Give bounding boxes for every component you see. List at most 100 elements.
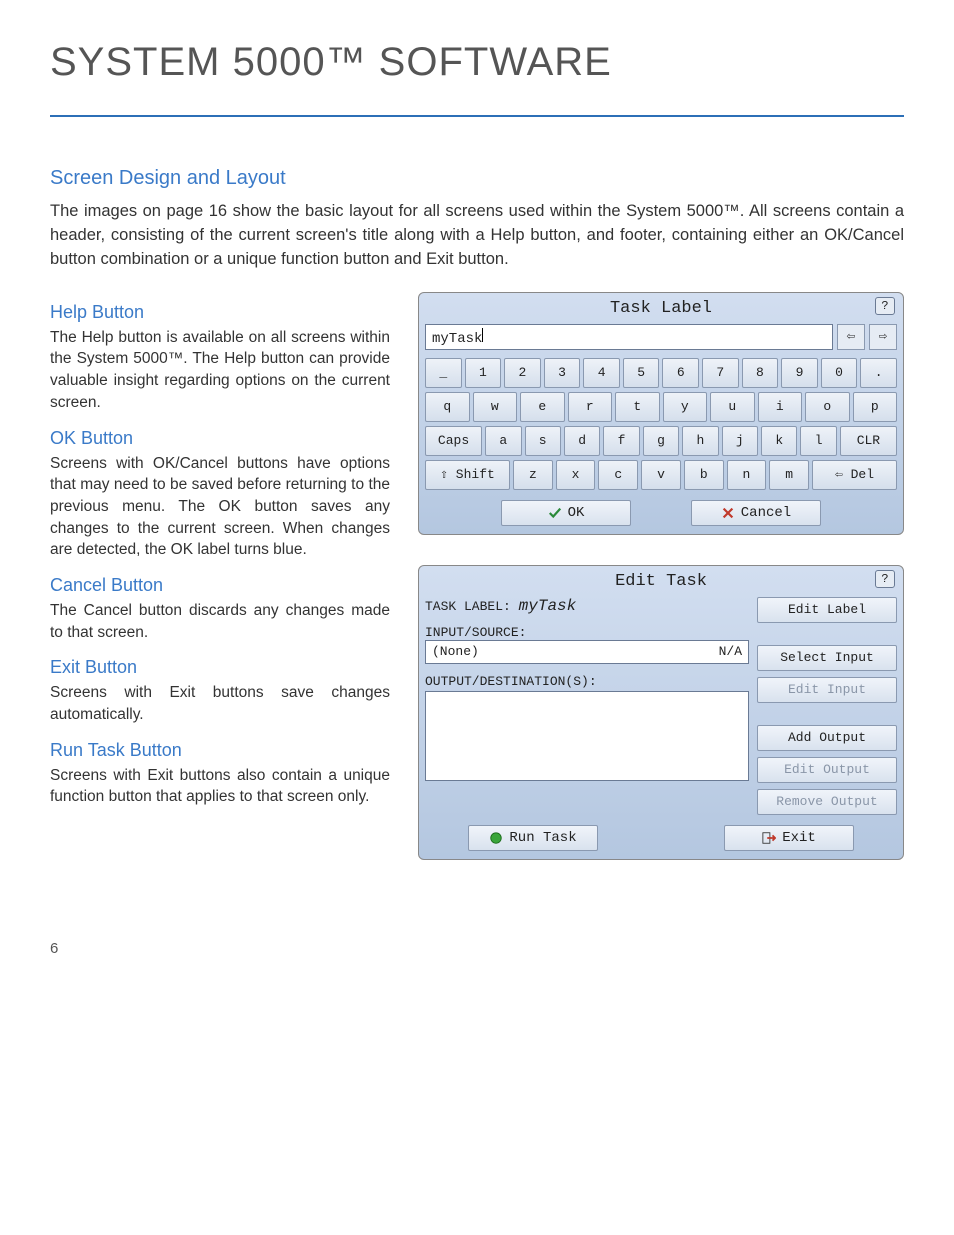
key[interactable]: 4 (583, 358, 620, 388)
task-label-caption: TASK LABEL: (425, 599, 511, 614)
keyboard-row-3: Caps a s d f g h j k l CLR (425, 426, 897, 456)
clr-key[interactable]: CLR (840, 426, 897, 456)
key[interactable]: 3 (544, 358, 581, 388)
keyboard-row-1: _ 1 2 3 4 5 6 7 8 9 0 . (425, 358, 897, 388)
title-rule (50, 115, 904, 117)
output-caption: OUTPUT/DESTINATION(S): (425, 674, 749, 689)
key[interactable]: l (800, 426, 836, 456)
del-key[interactable]: ⇦ Del (812, 460, 897, 490)
caps-key[interactable]: Caps (425, 426, 482, 456)
key[interactable]: n (727, 460, 767, 490)
key[interactable]: j (722, 426, 758, 456)
key[interactable]: k (761, 426, 797, 456)
remove-output-button[interactable]: Remove Output (757, 789, 897, 815)
output-list[interactable] (425, 691, 749, 781)
edit-task-panel: Edit Task ? TASK LABEL: myTask INPUT/SOU… (418, 565, 904, 860)
key[interactable]: x (556, 460, 596, 490)
arrow-right-icon[interactable]: ⇨ (869, 324, 897, 350)
key[interactable]: e (520, 392, 565, 422)
key[interactable]: w (473, 392, 518, 422)
key[interactable]: q (425, 392, 470, 422)
key[interactable]: g (643, 426, 679, 456)
key[interactable]: c (598, 460, 638, 490)
help-body: The Help button is available on all scre… (50, 327, 390, 414)
key[interactable]: i (758, 392, 803, 422)
ok-button[interactable]: OK (501, 500, 631, 526)
key[interactable]: v (641, 460, 681, 490)
key[interactable]: m (769, 460, 809, 490)
key[interactable]: o (805, 392, 850, 422)
shift-icon: ⇧ (440, 467, 448, 482)
help-icon[interactable]: ? (875, 297, 895, 315)
key[interactable]: b (684, 460, 724, 490)
key[interactable]: 2 (504, 358, 541, 388)
key[interactable]: 8 (742, 358, 779, 388)
key[interactable]: u (710, 392, 755, 422)
cancel-heading: Cancel Button (50, 575, 390, 596)
x-icon (721, 506, 735, 520)
key[interactable]: y (663, 392, 708, 422)
key[interactable]: f (603, 426, 639, 456)
shift-label: Shift (456, 467, 495, 482)
key[interactable]: d (564, 426, 600, 456)
run-task-label: Run Task (509, 830, 576, 846)
arrow-left-icon[interactable]: ⇦ (837, 324, 865, 350)
input-source-field[interactable]: (None) N/A (425, 640, 749, 664)
key[interactable]: 7 (702, 358, 739, 388)
help-heading: Help Button (50, 302, 390, 323)
key[interactable]: _ (425, 358, 462, 388)
check-icon (548, 506, 562, 520)
task-label-input[interactable]: myTask (425, 324, 833, 350)
run-task-button[interactable]: Run Task (468, 825, 598, 851)
runtask-heading: Run Task Button (50, 740, 390, 761)
cancel-body: The Cancel button discards any changes m… (50, 600, 390, 643)
edit-task-title: Edit Task (615, 572, 707, 591)
page-title: SYSTEM 5000™ SOFTWARE (50, 40, 904, 85)
cancel-label: Cancel (741, 505, 791, 521)
exit-button[interactable]: Exit (724, 825, 854, 851)
key[interactable]: t (615, 392, 660, 422)
exit-icon (762, 831, 776, 845)
key[interactable]: a (485, 426, 521, 456)
select-input-button[interactable]: Select Input (757, 645, 897, 671)
task-label-value: myTask (519, 597, 577, 615)
edit-input-button[interactable]: Edit Input (757, 677, 897, 703)
input-source-value: (None) (432, 644, 479, 659)
ok-heading: OK Button (50, 428, 390, 449)
task-label-input-value: myTask (432, 331, 482, 347)
ok-body: Screens with OK/Cancel buttons have opti… (50, 453, 390, 561)
task-label-panel: Task Label ? myTask ⇦ ⇨ _ 1 2 3 (418, 292, 904, 535)
page-number: 6 (50, 940, 904, 957)
edit-label-button[interactable]: Edit Label (757, 597, 897, 623)
key[interactable]: r (568, 392, 613, 422)
key[interactable]: h (682, 426, 718, 456)
key[interactable]: 0 (821, 358, 858, 388)
input-source-na: N/A (719, 644, 742, 659)
input-source-caption: INPUT/SOURCE: (425, 625, 749, 640)
runtask-body: Screens with Exit buttons also contain a… (50, 765, 390, 808)
help-icon[interactable]: ? (875, 570, 895, 588)
exit-heading: Exit Button (50, 657, 390, 678)
key[interactable]: 5 (623, 358, 660, 388)
del-label: Del (851, 467, 874, 482)
exit-label: Exit (782, 830, 816, 846)
ok-label: OK (568, 505, 585, 521)
shift-key[interactable]: ⇧ Shift (425, 460, 510, 490)
key[interactable]: z (513, 460, 553, 490)
section-heading: Screen Design and Layout (50, 167, 904, 190)
play-icon (489, 831, 503, 845)
keyboard-row-4: ⇧ Shift z x c v b n m ⇦ Del (425, 460, 897, 490)
key[interactable]: 6 (662, 358, 699, 388)
exit-body: Screens with Exit buttons save changes a… (50, 682, 390, 725)
add-output-button[interactable]: Add Output (757, 725, 897, 751)
key[interactable]: 9 (781, 358, 818, 388)
keyboard-row-2: q w e r t y u i o p (425, 392, 897, 422)
key[interactable]: . (860, 358, 897, 388)
section-intro: The images on page 16 show the basic lay… (50, 200, 904, 272)
edit-output-button[interactable]: Edit Output (757, 757, 897, 783)
backspace-icon: ⇦ (835, 467, 843, 482)
key[interactable]: 1 (465, 358, 502, 388)
key[interactable]: s (525, 426, 561, 456)
key[interactable]: p (853, 392, 898, 422)
cancel-button[interactable]: Cancel (691, 500, 821, 526)
